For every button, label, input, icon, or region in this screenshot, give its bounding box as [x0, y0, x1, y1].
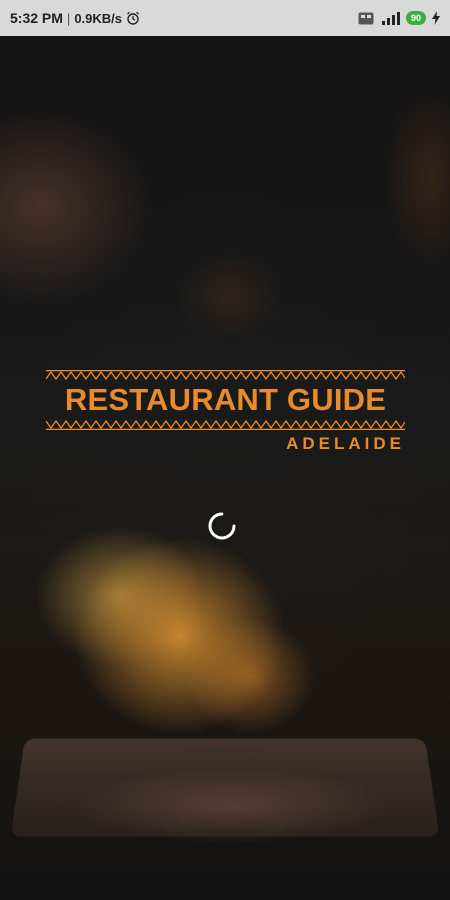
battery-icon: 90 [406, 11, 426, 25]
sim-icon [358, 12, 374, 25]
status-right: 90 [358, 11, 440, 25]
top-zigzag-border [46, 370, 405, 380]
logo-subtitle: ADELAIDE [286, 434, 405, 453]
network-speed: 0.9KB/s [74, 10, 123, 26]
background-food-tray [10, 738, 440, 837]
logo-title: RESTAURANT GUIDE [64, 382, 387, 417]
alarm-icon [126, 11, 140, 25]
bottom-zigzag-border [46, 420, 405, 430]
status-separator: | [66, 10, 71, 26]
app-logo: RESTAURANT GUIDE ADELAIDE [46, 370, 405, 454]
charging-icon [432, 11, 440, 25]
status-left: 5:32 PM | 0.9KB/s [10, 10, 140, 26]
status-bar: 5:32 PM | 0.9KB/s 90 [0, 0, 450, 36]
signal-icon [380, 11, 400, 25]
splash-screen [0, 36, 450, 900]
loading-spinner-icon [207, 511, 237, 541]
status-time: 5:32 PM [10, 10, 63, 26]
